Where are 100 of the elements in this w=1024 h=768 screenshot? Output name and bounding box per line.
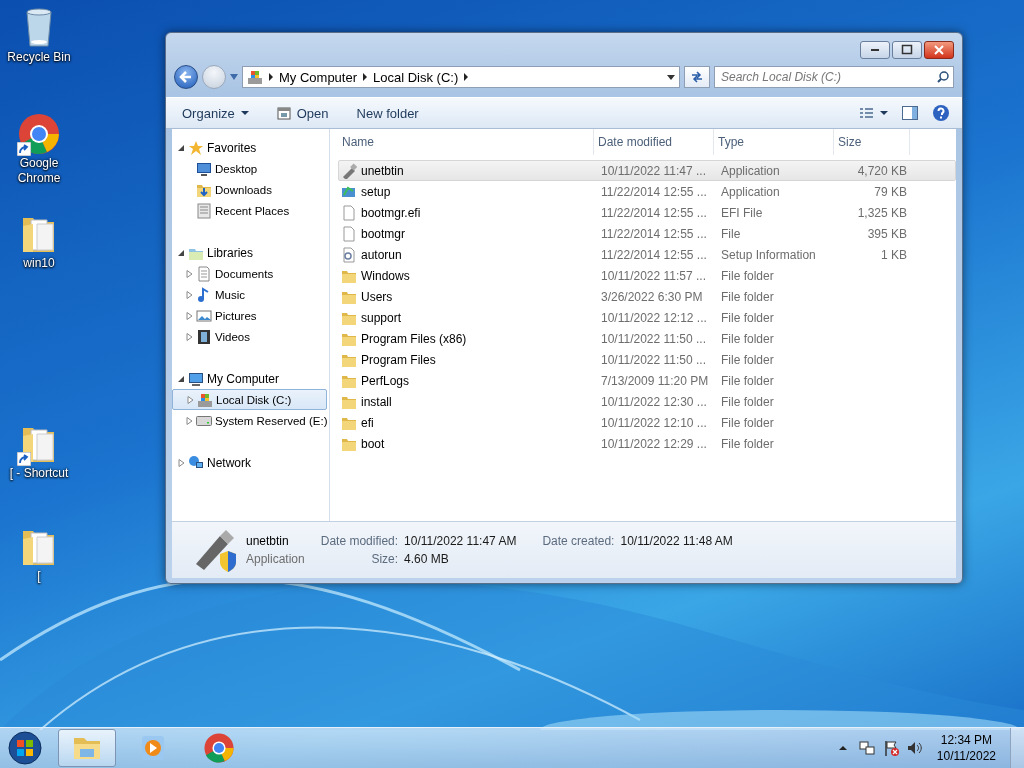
file-row[interactable]: bootmgr 11/22/2014 12:55 ... File 395 KB (338, 223, 956, 244)
clock-time[interactable]: 12:34 PM (940, 732, 993, 748)
expanded-arrow-icon[interactable] (178, 143, 185, 152)
chrome-icon (203, 732, 235, 764)
column-header[interactable]: Name (338, 129, 594, 155)
close-button[interactable] (924, 41, 954, 59)
expanded-arrow-icon[interactable] (178, 248, 185, 257)
maximize-button[interactable] (892, 41, 922, 59)
history-dropdown-icon[interactable] (230, 74, 238, 80)
disk-drive-icon (197, 391, 213, 408)
table-cell-text: 10/11/2022 12:12 ... (600, 310, 708, 325)
table-cell-text: 10/11/2022 12:30 ... (600, 394, 708, 409)
file-name: boot (361, 436, 385, 451)
search-field[interactable]: Search Local Disk (C:) (714, 66, 954, 88)
navigation-item[interactable]: System Reserved (E:) (172, 410, 327, 431)
refresh-button[interactable] (684, 66, 710, 88)
navigation-item[interactable]: Videos (172, 326, 327, 347)
file-row[interactable]: PerfLogs 7/13/2009 11:20 PM File folder (338, 370, 956, 391)
file-row[interactable]: support 10/11/2022 12:12 ... File folder (338, 307, 956, 328)
file-row[interactable]: setup 11/22/2014 12:55 ... Application 79 KB (338, 181, 956, 202)
file-row[interactable]: Program Files (x86) 10/11/2022 11:50 ... File folder (338, 328, 956, 349)
document-icon (196, 265, 212, 282)
field-label: Date created: (542, 534, 615, 548)
icon-label[interactable]: [ (3, 569, 75, 584)
chrome-icon[interactable] (17, 112, 61, 156)
help-icon[interactable] (932, 104, 950, 122)
navigation-item[interactable]: Local Disk (C:) (172, 389, 327, 410)
clock-date[interactable]: 10/11/2022 (936, 748, 996, 764)
collapsed-arrow-icon[interactable] (186, 269, 193, 278)
navigation-item[interactable]: Network (172, 452, 327, 473)
navigation-item[interactable]: Music (172, 284, 327, 305)
table-cell-text: Setup Information (720, 247, 817, 262)
table-cell-text: File folder (720, 373, 775, 388)
collapsed-arrow-icon[interactable] (186, 311, 193, 320)
table-cell-text: 395 KB (866, 226, 908, 241)
navigation-item[interactable]: Desktop (172, 158, 327, 179)
file-row[interactable]: Windows 10/11/2022 11:57 ... File folder (338, 265, 956, 286)
navigation-item[interactable]: Favorites (172, 137, 327, 158)
file-row[interactable]: install 10/11/2022 12:30 ... File folder (338, 391, 956, 412)
table-cell-text: 10/11/2022 11:50 ... (600, 331, 707, 346)
column-header[interactable]: Type (714, 129, 834, 155)
field-label: Date modified: (320, 534, 399, 548)
table-cell-text: File folder (720, 415, 775, 430)
expanded-arrow-icon[interactable] (178, 374, 185, 383)
breadcrumb[interactable]: My Computer (279, 69, 358, 85)
taskbar-button[interactable] (58, 729, 116, 767)
flag-error-icon[interactable] (882, 740, 899, 756)
collapsed-arrow-icon[interactable] (186, 290, 193, 299)
film-icon (196, 328, 212, 345)
back-button[interactable] (174, 65, 198, 89)
icon-label[interactable]: Recycle Bin (3, 50, 75, 65)
chevron-icon[interactable] (363, 73, 368, 81)
table-cell-text: 3/26/2022 6:30 PM (600, 289, 704, 304)
table-cell-text: 10/11/2022 11:50 ... (600, 352, 707, 367)
organize-menu[interactable]: Organize (178, 103, 253, 123)
chevron-icon[interactable] (269, 73, 273, 81)
navigation-item[interactable]: Documents (172, 263, 327, 284)
picture-icon (196, 307, 212, 324)
icon-label[interactable]: win10 (3, 256, 75, 271)
collapsed-arrow-icon[interactable] (186, 416, 193, 425)
table-cell-text: 11/22/2014 12:55 ... (600, 184, 708, 199)
search-icon[interactable] (937, 71, 949, 83)
navigation-item[interactable]: My Computer (172, 368, 327, 389)
collapsed-arrow-icon[interactable] (187, 395, 194, 404)
file-row[interactable]: efi 10/11/2022 12:10 ... File folder (338, 412, 956, 433)
file-name: Windows (361, 268, 410, 283)
column-header[interactable]: Size (834, 129, 910, 155)
network-icon[interactable] (858, 740, 875, 756)
column-header[interactable]: Date modified (594, 129, 714, 155)
navigation-item[interactable]: Recent Places (172, 200, 327, 221)
address-bar[interactable]: My Computer Local Disk (C:) (242, 66, 680, 88)
file-row[interactable]: unetbtin 10/11/2022 11:47 ... Application 4,720 KB (338, 160, 956, 181)
collapsed-arrow-icon[interactable] (186, 332, 193, 341)
dropdown-icon[interactable] (667, 74, 675, 80)
file-row[interactable]: boot 10/11/2022 12:29 ... File folder (338, 433, 956, 454)
icon-label[interactable]: [ - Shortcut (3, 466, 75, 481)
collapsed-arrow-icon[interactable] (178, 458, 185, 467)
table-cell-text: File folder (720, 436, 775, 451)
minimize-button[interactable] (860, 41, 890, 59)
navigation-item[interactable]: Libraries (172, 242, 327, 263)
file-name: bootmgr (361, 226, 406, 241)
table-cell-text: EFI File (720, 205, 764, 220)
file-row[interactable]: Program Files 10/11/2022 11:50 ... File folder (338, 349, 956, 370)
preview-pane-icon[interactable] (902, 106, 918, 120)
field-value: 10/11/2022 11:47 AM (404, 534, 517, 548)
chevron-icon[interactable] (464, 73, 469, 81)
file-name: support (361, 310, 402, 325)
table-cell-text: 10/11/2022 11:47 ... (600, 163, 707, 178)
navigation-item[interactable]: Downloads (172, 179, 327, 200)
speaker-icon[interactable] (906, 740, 923, 756)
breadcrumb[interactable]: Local Disk (C:) (373, 69, 459, 85)
file-row[interactable]: bootmgr.efi 11/22/2014 12:55 ... EFI File 1,325 KB (338, 202, 956, 223)
icon-label[interactable]: Google Chrome (3, 156, 75, 186)
toolbar-button[interactable]: Open (272, 103, 333, 123)
table-cell-text: 1,325 KB (856, 205, 908, 220)
navigation-item[interactable]: Pictures (172, 305, 327, 326)
toolbar-button[interactable]: New folder (352, 103, 423, 123)
view-options-icon[interactable] (860, 107, 888, 119)
file-row[interactable]: autorun 11/22/2014 12:55 ... Setup Information 1 KB (338, 244, 956, 265)
file-row[interactable]: Users 3/26/2022 6:30 PM File folder (338, 286, 956, 307)
